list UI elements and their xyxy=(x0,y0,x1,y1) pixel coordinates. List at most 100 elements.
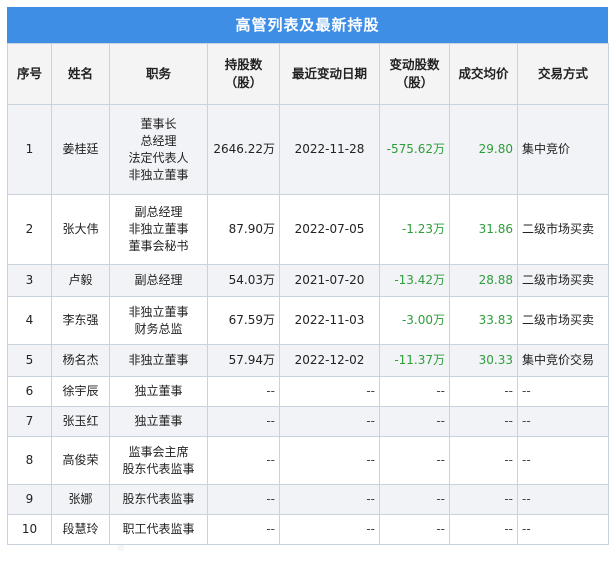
cell-method: 二级市场买卖 xyxy=(517,194,609,265)
cell-role: 非独立董事 xyxy=(109,344,208,377)
cell-role: 监事会主席股东代表监事 xyxy=(109,436,208,485)
cell-date: 2022-07-05 xyxy=(279,194,380,265)
cell-name: 高俊荣 xyxy=(51,436,110,485)
cell-date: -- xyxy=(279,514,380,545)
cell-change: -- xyxy=(379,436,450,485)
table-title: 高管列表及最新持股 xyxy=(7,7,608,43)
header-price: 成交均价 xyxy=(449,43,518,105)
role-line: 董事会秘书 xyxy=(128,239,189,253)
table-row: 8 高俊荣 监事会主席 股东代表监事 -- -- -- -- -- xyxy=(7,436,609,485)
cell-shares: 87.90万 xyxy=(207,194,280,265)
cell-name: 杨名杰 xyxy=(51,344,110,377)
cell-role: 独立董事 xyxy=(109,376,208,407)
header-date: 最近变动日期 xyxy=(279,43,380,105)
cell-date: -- xyxy=(279,406,380,437)
cell-name: 卢毅 xyxy=(51,264,110,297)
cell-name: 张娜 xyxy=(51,484,110,515)
role-line: 股东代表监事 xyxy=(122,492,195,506)
cell-change: -11.37万 xyxy=(379,344,450,377)
cell-shares: 57.94万 xyxy=(207,344,280,377)
cell-name: 李东强 xyxy=(51,296,110,345)
cell-no: 5 xyxy=(7,344,52,377)
cell-no: 3 xyxy=(7,264,52,297)
role-line: 总经理 xyxy=(140,133,177,148)
table-row: 4 李东强 非独立董事 财务总监 67.59万 2022-11-03 -3.00万 33.83… xyxy=(7,296,609,345)
cell-method: 二级市场买卖 xyxy=(517,296,609,345)
cell-change: -- xyxy=(379,406,450,437)
role-line: 非独立董事 xyxy=(128,222,189,236)
cell-price: 33.83 xyxy=(449,296,518,345)
cell-method: 集中竞价 xyxy=(517,104,609,195)
cell-shares: -- xyxy=(207,376,280,407)
cell-no: 6 xyxy=(7,376,52,407)
cell-role: 独立董事 xyxy=(109,406,208,437)
cell-price: -- xyxy=(449,484,518,515)
header-change: 变动股数 （股） xyxy=(379,43,450,105)
cell-price: 30.33 xyxy=(449,344,518,377)
role-line: 非独立董事 xyxy=(128,353,189,367)
holdings-table: 序号 姓名 职务 持股数 （股） 最近变动日期 变动股数 （股） 成交均价 交易方式… xyxy=(7,43,609,545)
header-shares: 持股数 （股） xyxy=(207,43,280,105)
cell-shares: -- xyxy=(207,436,280,485)
cell-role: 非独立董事 财务总监 xyxy=(109,296,208,345)
cell-change: -13.42万 xyxy=(379,264,450,297)
cell-date: -- xyxy=(279,376,380,407)
cell-name: 张大伟 xyxy=(51,194,110,265)
cell-price: -- xyxy=(449,436,518,485)
cell-change: -1.23万 xyxy=(379,194,450,265)
table-row: 2 张大伟 副总经理 非独立董事 董事会秘书 87.90万 2022-07-05 -1.23万… xyxy=(7,194,609,265)
role-line: 副总经理 xyxy=(134,205,183,219)
cell-price: 29.80 xyxy=(449,104,518,195)
cell-name: 姜桂廷 xyxy=(51,104,110,195)
cell-method: -- xyxy=(517,484,609,515)
cell-role: 副总经理 xyxy=(109,264,208,297)
role-line: 股东代表监事 xyxy=(122,461,195,476)
cell-method: -- xyxy=(517,436,609,485)
cell-date: 2022-11-28 xyxy=(279,104,380,195)
table-row: 5 杨名杰 非独立董事 57.94万 2022-12-02 -11.37万 30.33 集中竞… xyxy=(7,344,609,377)
cell-date: -- xyxy=(279,484,380,515)
cell-shares: -- xyxy=(207,406,280,437)
cell-method: 集中竞价交易 xyxy=(517,344,609,377)
role-line: 独立董事 xyxy=(134,384,183,398)
role-line: 法定代表人 xyxy=(128,150,189,165)
table-row: 7 张玉红 独立董事 -- -- -- -- -- xyxy=(7,406,609,437)
role-line: 独立董事 xyxy=(134,414,183,428)
role-line: 监事会主席 xyxy=(128,444,189,459)
cell-price: 31.86 xyxy=(449,194,518,265)
cell-price: -- xyxy=(449,376,518,407)
cell-method: -- xyxy=(517,514,609,545)
cell-date: 2022-11-03 xyxy=(279,296,380,345)
cell-no: 8 xyxy=(7,436,52,485)
cell-shares: 2646.22万 xyxy=(207,104,280,195)
cell-role: 职工代表监事 xyxy=(109,514,208,545)
cell-no: 7 xyxy=(7,406,52,437)
cell-change: -- xyxy=(379,484,450,515)
table-row: 10 段慧玲 职工代表监事 -- -- -- -- -- xyxy=(7,514,609,545)
cell-change: -3.00万 xyxy=(379,296,450,345)
role-line: 非独立董事 xyxy=(128,167,189,182)
table-row: 1 姜桂廷 董事长 总经理 法定代表人 非独立董事 2646.22万 2022-11-28 -5… xyxy=(7,104,609,195)
table-row: 3 卢毅 副总经理 54.03万 2021-07-20 -13.42万 28.88 二级市场买… xyxy=(7,264,609,297)
header-role: 职务 xyxy=(109,43,208,105)
cell-no: 9 xyxy=(7,484,52,515)
cell-role: 副总经理非独立董事董事会秘书 xyxy=(109,194,208,265)
role-line: 董事长 xyxy=(140,116,177,131)
cell-no: 10 xyxy=(7,514,52,545)
role-line: 副总经理 xyxy=(134,273,183,287)
cell-method: -- xyxy=(517,376,609,407)
cell-change: -- xyxy=(379,376,450,407)
holdings-panel: 高管列表及最新持股 序号 姓名 职务 持股数 （股） 最近变动日期 变动股数 （股）… xyxy=(7,7,609,545)
cell-shares: -- xyxy=(207,514,280,545)
header-method: 交易方式 xyxy=(517,43,609,105)
table-row: 9 张娜 股东代表监事 -- -- -- -- -- xyxy=(7,484,609,515)
table-row: 6 徐宇辰 独立董事 -- -- -- -- -- xyxy=(7,376,609,407)
cell-price: -- xyxy=(449,406,518,437)
role-line: 职工代表监事 xyxy=(122,522,195,536)
cell-date: -- xyxy=(279,436,380,485)
cell-no: 1 xyxy=(7,104,52,195)
cell-method: 二级市场买卖 xyxy=(517,264,609,297)
cell-method: -- xyxy=(517,406,609,437)
cell-name: 段慧玲 xyxy=(51,514,110,545)
cell-no: 4 xyxy=(7,296,52,345)
